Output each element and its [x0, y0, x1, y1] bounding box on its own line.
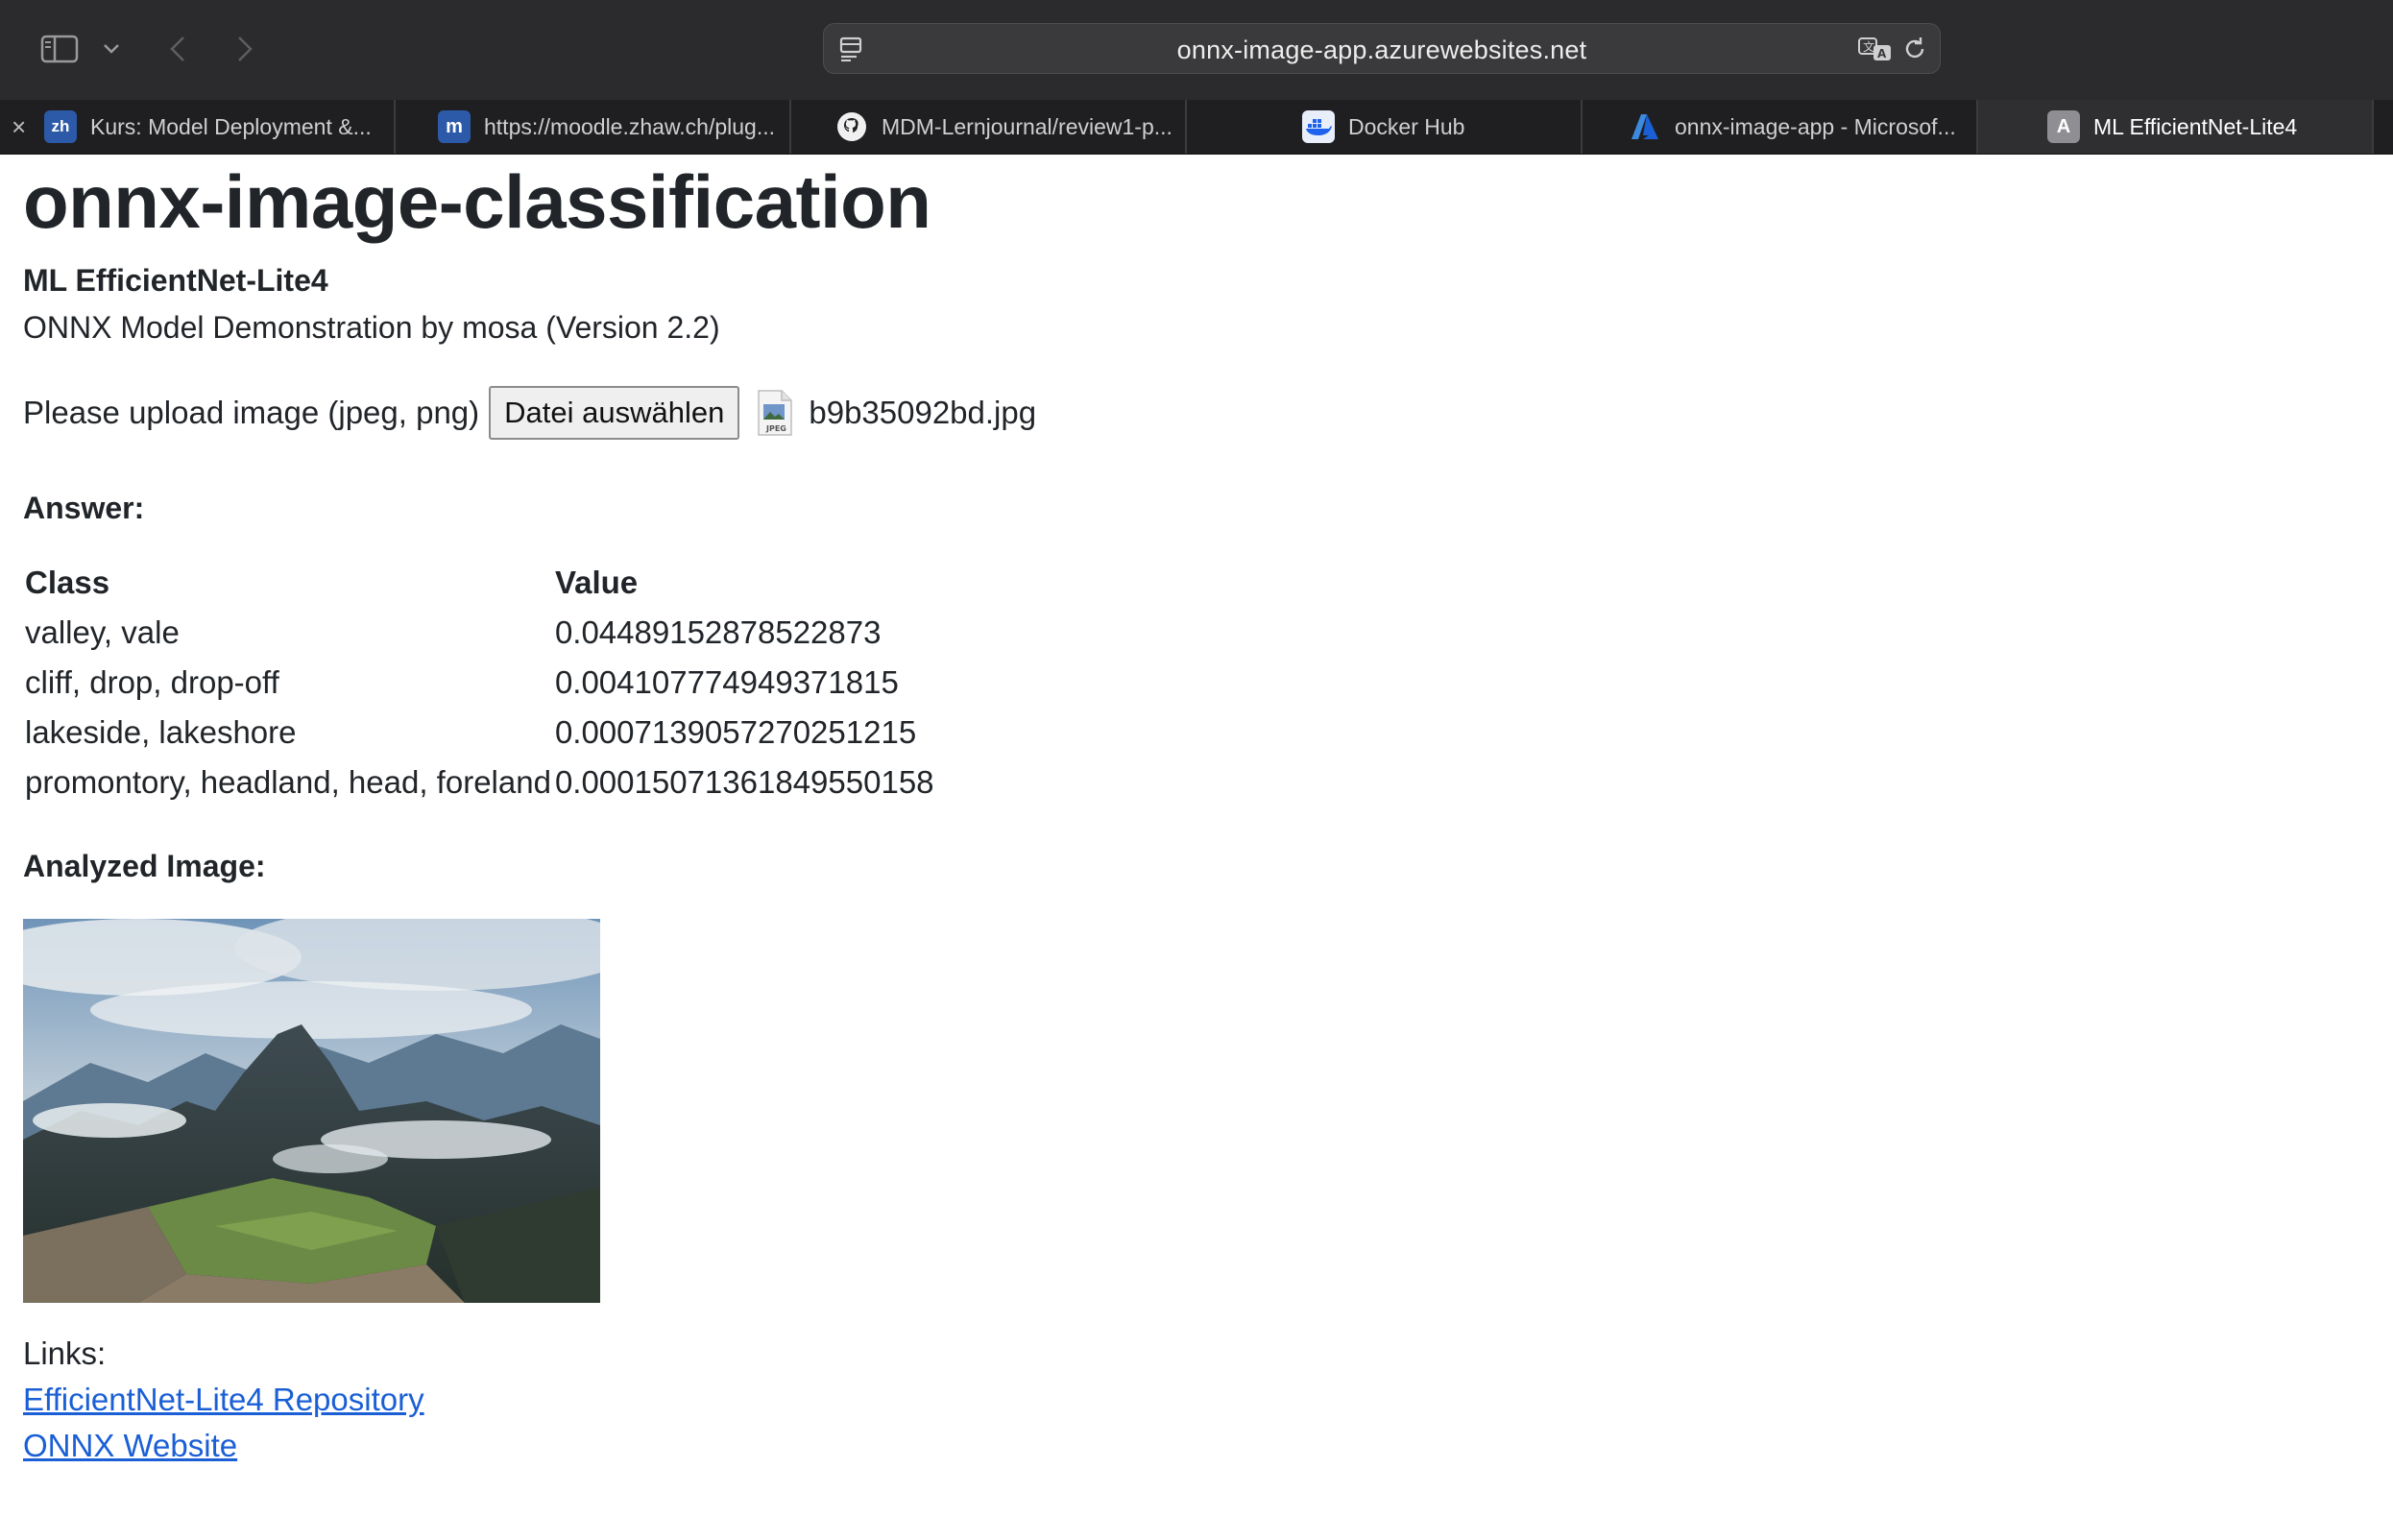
- browser-toolbar: onnx-image-app.azurewebsites.net 文A: [0, 0, 2393, 101]
- value-cell: 0.004107774949371815: [554, 664, 899, 700]
- column-header-class: Class: [25, 565, 110, 600]
- table-row: lakeside, lakeshore 0.000713905727025121…: [23, 708, 936, 758]
- tab-azure[interactable]: onnx-image-app - Microsof...: [1583, 100, 1978, 154]
- results-table: Class Value valley, vale 0.0448915287852…: [23, 558, 936, 807]
- analyzed-image-heading: Analyzed Image:: [23, 849, 266, 883]
- chevron-down-icon[interactable]: [100, 27, 123, 71]
- efficientnet-repository-link[interactable]: EfficientNet-Lite4 Repository: [23, 1382, 424, 1418]
- class-cell: valley, vale: [25, 614, 180, 650]
- address-url: onnx-image-app.azurewebsites.net: [1176, 36, 1587, 64]
- onnx-website-link[interactable]: ONNX Website: [23, 1428, 237, 1464]
- tab-label: MDM-Lernjournal/review1-p...: [882, 113, 1172, 139]
- tab-docker[interactable]: Docker Hub: [1187, 100, 1583, 154]
- class-cell: lakeside, lakeshore: [25, 714, 297, 750]
- selected-file-name: b9b35092bd.jpg: [809, 395, 1037, 430]
- value-cell: 0.04489152878522873: [554, 614, 882, 650]
- jpeg-file-icon: JPEG: [755, 389, 793, 437]
- translate-icon[interactable]: 文A: [1857, 36, 1894, 67]
- tab-label: Docker Hub: [1348, 113, 1465, 139]
- docker-logo-icon: [1302, 110, 1335, 143]
- class-cell: promontory, headland, head, foreland: [25, 764, 551, 800]
- moodle-logo-icon: m: [438, 110, 471, 143]
- tab-label: https://moodle.zhaw.ch/plug...: [484, 113, 776, 139]
- page-title: onnx-image-classification: [23, 159, 931, 244]
- links-label: Links:: [23, 1335, 107, 1371]
- sidebar-toggle-icon[interactable]: [36, 27, 83, 71]
- tab-label: onnx-image-app - Microsof...: [1675, 113, 1956, 139]
- class-cell: cliff, drop, drop-off: [25, 664, 279, 700]
- column-header-value: Value: [554, 565, 639, 600]
- address-bar[interactable]: onnx-image-app.azurewebsites.net 文A: [823, 23, 1941, 74]
- forward-icon[interactable]: [230, 27, 259, 71]
- table-row: cliff, drop, drop-off 0.0041077749493718…: [23, 658, 936, 708]
- page-content: onnx-image-classification ML EfficientNe…: [0, 155, 2393, 1540]
- analyzed-image: [23, 919, 600, 1303]
- model-name: ML EfficientNet-Lite4: [23, 263, 328, 298]
- table-header-row: Class Value: [23, 558, 936, 608]
- table-row: promontory, headland, head, foreland 0.0…: [23, 758, 936, 807]
- zhaw-logo-icon: zh: [44, 110, 77, 143]
- value-cell: 0.00015071361849550158: [554, 764, 934, 800]
- tab-label: ML EfficientNet-Lite4: [2093, 113, 2298, 139]
- tab-github[interactable]: MDM-Lernjournal/review1-p...: [791, 100, 1187, 154]
- tab-bar: × zh Kurs: Model Deployment &... m https…: [0, 100, 2393, 155]
- tab-kurs[interactable]: × zh Kurs: Model Deployment &...: [0, 100, 396, 154]
- azure-logo-icon: [1629, 110, 1661, 143]
- upload-label: Please upload image (jpeg, png): [23, 395, 480, 430]
- tab-moodle[interactable]: m https://moodle.zhaw.ch/plug...: [396, 100, 791, 154]
- table-row: valley, vale 0.04489152878522873: [23, 608, 936, 658]
- answer-heading: Answer:: [23, 491, 145, 525]
- svg-text:JPEG: JPEG: [765, 424, 786, 433]
- page-subtitle: ONNX Model Demonstration by mosa (Versio…: [23, 310, 720, 345]
- back-icon[interactable]: [163, 27, 192, 71]
- upload-row: Please upload image (jpeg, png) Datei au…: [23, 385, 1036, 441]
- github-logo-icon: [835, 110, 868, 143]
- tab-label: Kurs: Model Deployment &...: [90, 113, 372, 139]
- reload-icon[interactable]: [1901, 36, 1928, 67]
- letter-a-icon: A: [2047, 110, 2080, 143]
- svg-text:A: A: [1877, 47, 1887, 60]
- tab-ml-efficientnet[interactable]: A ML EfficientNet-Lite4: [1978, 100, 2374, 154]
- value-cell: 0.0007139057270251215: [554, 714, 917, 750]
- choose-file-button[interactable]: Datei auswählen: [489, 386, 740, 440]
- svg-text:文: 文: [1863, 39, 1874, 54]
- close-icon[interactable]: ×: [12, 112, 26, 142]
